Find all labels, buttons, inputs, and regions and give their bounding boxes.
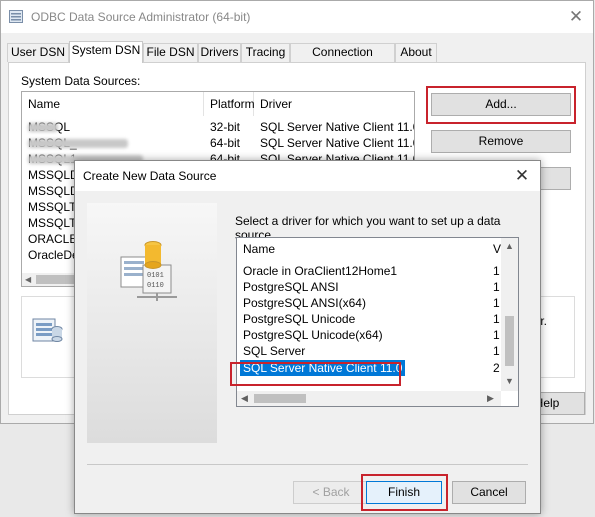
- dsn-name: MSSQLD: [28, 184, 79, 198]
- dsn-name: MSSQLD: [28, 168, 79, 182]
- add-button-highlight: [426, 86, 576, 124]
- list-item[interactable]: PostgreSQL Unicode 1: [237, 311, 501, 327]
- driver-list-vertical-scrollbar[interactable]: ▲ ▼: [501, 238, 518, 391]
- scroll-right-icon[interactable]: ▶: [487, 391, 494, 406]
- create-new-data-source-dialog: Create New Data Source ✕ 0101 0110 Selec…: [74, 160, 541, 514]
- driver-version: 1: [493, 264, 500, 278]
- dialog-title-bar: Create New Data Source ✕: [75, 161, 540, 191]
- scrollbar-thumb[interactable]: [254, 394, 306, 403]
- tab-file-dsn[interactable]: File DSN: [143, 43, 198, 62]
- scroll-left-icon[interactable]: ◀: [241, 391, 248, 406]
- wizard-art-panel: 0101 0110: [87, 203, 217, 443]
- list-item[interactable]: PostgreSQL ANSI(x64) 1: [237, 295, 501, 311]
- driver-version: 2: [493, 361, 500, 375]
- dsn-name: MSSQLT: [28, 200, 77, 214]
- dsn-platform: 64-bit: [210, 136, 241, 150]
- system-data-sources-label: System Data Sources:: [21, 74, 141, 88]
- driver-name: PostgreSQL ANSI(x64): [243, 296, 366, 310]
- remove-button[interactable]: Remove: [431, 130, 571, 153]
- database-wizard-icon: 0101 0110: [120, 241, 177, 301]
- tab-system-dsn[interactable]: System DSN: [69, 41, 143, 63]
- finish-button-highlight: [361, 474, 448, 511]
- driver-name: Oracle in OraClient12Home1: [243, 264, 398, 278]
- dsn-platform: 32-bit: [210, 120, 241, 134]
- driver-version: 1: [493, 296, 500, 310]
- driver-list-horizontal-scrollbar[interactable]: ◀ ▶: [237, 391, 501, 406]
- column-header-name[interactable]: Name: [22, 92, 204, 116]
- close-icon[interactable]: ✕: [507, 164, 537, 188]
- list-item[interactable]: PostgreSQL Unicode(x64) 1: [237, 327, 501, 343]
- svg-text:0110: 0110: [147, 282, 164, 290]
- tab-user-dsn[interactable]: User DSN: [7, 43, 69, 62]
- dialog-separator: [87, 464, 528, 465]
- dsn-name: MSSQLT: [28, 216, 77, 230]
- title-bar: ODBC Data Source Administrator (64-bit) …: [1, 1, 593, 33]
- scrollbar-thumb[interactable]: [505, 316, 514, 366]
- list-item[interactable]: SQL Server 1: [237, 343, 501, 359]
- scroll-left-icon[interactable]: ◀: [25, 273, 31, 286]
- dsn-name: OracleDe: [28, 248, 79, 262]
- back-button[interactable]: < Back: [293, 481, 369, 504]
- close-icon[interactable]: ✕: [561, 5, 591, 29]
- table-row[interactable]: MSSQL_ 64-bit SQL Server Native Client 1…: [22, 135, 414, 151]
- driver-version: 1: [493, 328, 500, 342]
- scroll-up-icon[interactable]: ▲: [501, 241, 518, 251]
- dsn-driver: SQL Server Native Client 11.0: [260, 136, 415, 150]
- driver-version: 1: [493, 280, 500, 294]
- driver-name: SQL Server: [243, 344, 306, 358]
- svg-text:0101: 0101: [147, 272, 164, 280]
- selected-driver-highlight: [230, 362, 401, 386]
- driver-name: PostgreSQL ANSI: [243, 280, 339, 294]
- dsn-name: ORACLE: [28, 232, 78, 246]
- driver-version: 1: [493, 344, 500, 358]
- odbc-app-icon: [9, 10, 23, 23]
- tab-connection-pooling[interactable]: Connection Pooling: [290, 43, 395, 76]
- tab-drivers[interactable]: Drivers: [198, 43, 241, 62]
- dialog-title: Create New Data Source: [83, 169, 217, 183]
- driver-name: PostgreSQL Unicode(x64): [243, 328, 383, 342]
- column-header-name[interactable]: Name: [243, 238, 493, 260]
- column-header-platform[interactable]: Platform: [204, 92, 255, 116]
- list-item[interactable]: PostgreSQL ANSI 1: [237, 279, 501, 295]
- cancel-button[interactable]: Cancel: [452, 481, 526, 504]
- table-row[interactable]: MSSQL 32-bit SQL Server Native Client 11…: [22, 119, 414, 135]
- tab-tracing[interactable]: Tracing: [241, 43, 290, 62]
- driver-name: PostgreSQL Unicode: [243, 312, 356, 326]
- column-header-driver[interactable]: Driver: [254, 92, 414, 116]
- window-title: ODBC Data Source Administrator (64-bit): [31, 10, 251, 24]
- dsn-driver: SQL Server Native Client 11.0: [260, 120, 415, 134]
- tab-about[interactable]: About: [395, 43, 437, 62]
- data-source-icon: [32, 318, 63, 342]
- driver-version: 1: [493, 312, 500, 326]
- list-item[interactable]: Oracle in OraClient12Home1 1: [237, 263, 501, 279]
- scroll-down-icon[interactable]: ▼: [501, 376, 518, 386]
